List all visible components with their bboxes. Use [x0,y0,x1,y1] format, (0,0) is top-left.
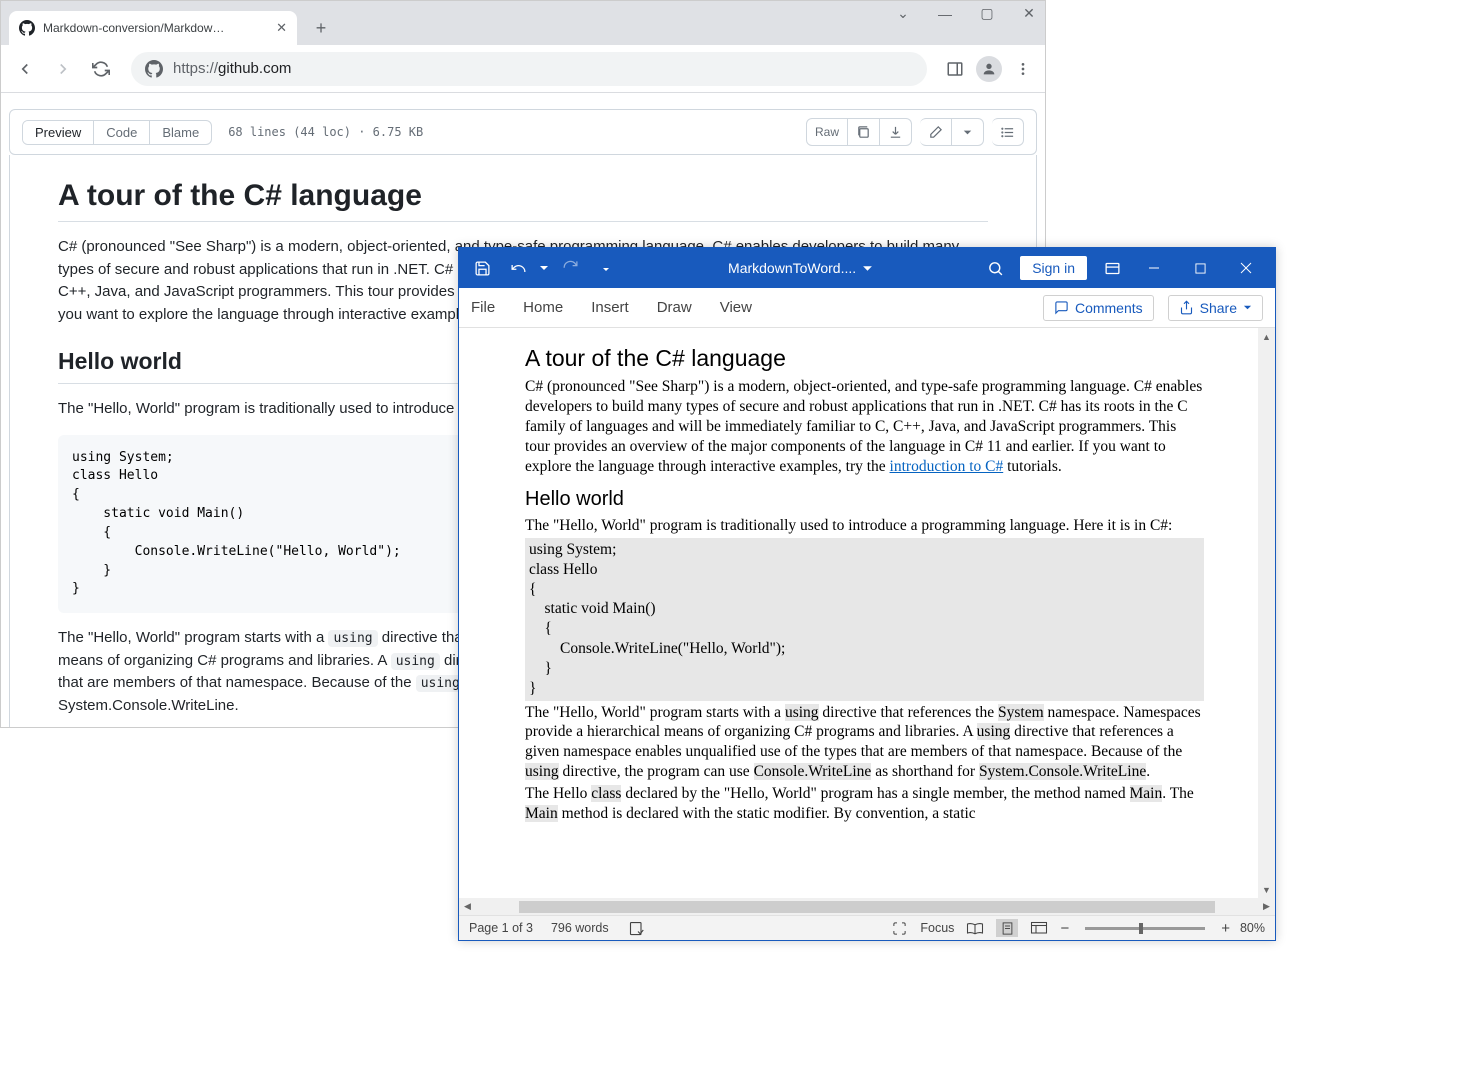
tab-title: Markdown-conversion/Markdow… [43,21,268,35]
github-file-header: Preview Code Blame 68 lines (44 loc) · 6… [9,109,1037,155]
list-icon[interactable] [992,118,1024,146]
doc-p1: C# (pronounced "See Sharp") is a modern,… [525,377,1204,476]
maximize-icon[interactable] [1177,252,1223,284]
browser-tab[interactable]: Markdown-conversion/Markdow… ✕ [9,11,297,45]
focus-mode-icon[interactable] [888,919,910,937]
url-text: https://github.com [173,60,291,77]
tab-preview[interactable]: Preview [23,121,93,144]
doc-p2: The "Hello, World" program is traditiona… [525,516,1204,536]
close-icon[interactable]: ✕ [1019,5,1039,22]
word-statusbar: Page 1 of 3 796 words Focus − + 80% [459,915,1275,940]
back-button[interactable] [9,53,41,85]
doc-intro-link[interactable]: introduction to C# [890,458,1004,475]
proofing-icon[interactable] [627,919,649,937]
zoom-in-button[interactable]: + [1221,920,1230,937]
maximize-icon[interactable]: ▢ [977,5,997,22]
file-actions: Raw [806,118,1024,146]
share-button[interactable]: Share [1168,295,1263,321]
github-lock-icon [145,60,163,78]
forward-button[interactable] [47,53,79,85]
vertical-scrollbar[interactable]: ▲ ▼ [1258,328,1275,898]
scroll-right-icon[interactable]: ▶ [1258,901,1275,912]
save-icon[interactable] [465,252,499,284]
raw-button[interactable]: Raw [806,118,848,146]
tab-draw[interactable]: Draw [657,299,692,316]
file-meta: 68 lines (44 loc) · 6.75 KB [228,125,423,139]
edit-dropdown-icon[interactable] [952,118,984,146]
edit-icon[interactable] [920,118,952,146]
close-tab-icon[interactable]: ✕ [276,20,287,36]
word-title: MarkdownToWord.... [625,260,976,276]
comments-button[interactable]: Comments [1043,295,1154,321]
doc-p3: The "Hello, World" program starts with a… [525,703,1204,782]
new-tab-button[interactable]: + [307,14,335,42]
qat-customize-icon[interactable] [589,252,623,284]
tab-file[interactable]: File [471,299,495,316]
horizontal-scrollbar[interactable]: ◀ ▶ [459,898,1275,915]
word-window-controls [1131,252,1269,284]
article-h1: A tour of the C# language [58,179,988,222]
word-document-area: A tour of the C# language C# (pronounced… [459,328,1275,898]
print-layout-icon[interactable] [996,919,1018,937]
doc-h1: A tour of the C# language [525,344,1204,373]
word-window: MarkdownToWord.... Sign in File Home Ins… [458,247,1276,941]
zoom-slider[interactable] [1085,927,1205,930]
scroll-down-icon[interactable]: ▼ [1258,881,1275,898]
doc-p4: The Hello class declared by the "Hello, … [525,784,1204,824]
file-view-tabs: Preview Code Blame [22,120,212,145]
tab-blame[interactable]: Blame [149,121,211,144]
comment-icon [1054,300,1069,315]
undo-icon[interactable] [501,252,535,284]
minimize-icon[interactable]: — [935,6,955,22]
undo-dropdown-icon[interactable] [537,252,551,284]
scroll-left-icon[interactable]: ◀ [459,901,476,912]
word-count[interactable]: 796 words [551,921,609,935]
tab-view[interactable]: View [720,299,752,316]
focus-label[interactable]: Focus [920,921,954,935]
tab-insert[interactable]: Insert [591,299,629,316]
chevron-down-icon[interactable]: ⌄ [893,5,913,22]
chrome-toolbar: https://github.com [1,45,1045,93]
zoom-out-button[interactable]: − [1060,920,1069,937]
ribbon-mode-icon[interactable] [1095,252,1129,284]
tab-home[interactable]: Home [523,299,563,316]
address-bar[interactable]: https://github.com [131,52,927,86]
web-layout-icon[interactable] [1028,919,1050,937]
doc-h2: Hello world [525,487,1204,513]
chrome-window-controls: ⌄ — ▢ ✕ [893,5,1039,22]
github-favicon-icon [19,20,35,36]
word-document[interactable]: A tour of the C# language C# (pronounced… [459,328,1258,898]
title-chevron-icon[interactable] [862,263,873,274]
menu-button[interactable] [1009,55,1037,83]
redo-icon[interactable] [553,252,587,284]
tab-code[interactable]: Code [93,121,149,144]
minimize-icon[interactable] [1131,252,1177,284]
reload-button[interactable] [85,53,117,85]
share-icon [1179,300,1194,315]
scroll-up-icon[interactable]: ▲ [1258,328,1275,345]
page-count[interactable]: Page 1 of 3 [469,921,533,935]
read-mode-icon[interactable] [964,919,986,937]
copy-icon[interactable] [848,118,880,146]
word-ribbon: File Home Insert Draw View Comments Shar… [459,288,1275,328]
chevron-down-icon [1243,303,1252,312]
download-icon[interactable] [880,118,912,146]
search-icon[interactable] [978,252,1012,284]
close-icon[interactable] [1223,252,1269,284]
word-titlebar: MarkdownToWord.... Sign in [459,248,1275,288]
chrome-tabbar: Markdown-conversion/Markdow… ✕ + ⌄ — ▢ ✕ [1,1,1045,45]
zoom-level[interactable]: 80% [1240,921,1265,935]
signin-button[interactable]: Sign in [1020,256,1087,280]
doc-code-block: using System; class Hello { static void … [525,538,1204,701]
profile-button[interactable] [975,55,1003,83]
side-panel-icon[interactable] [941,55,969,83]
